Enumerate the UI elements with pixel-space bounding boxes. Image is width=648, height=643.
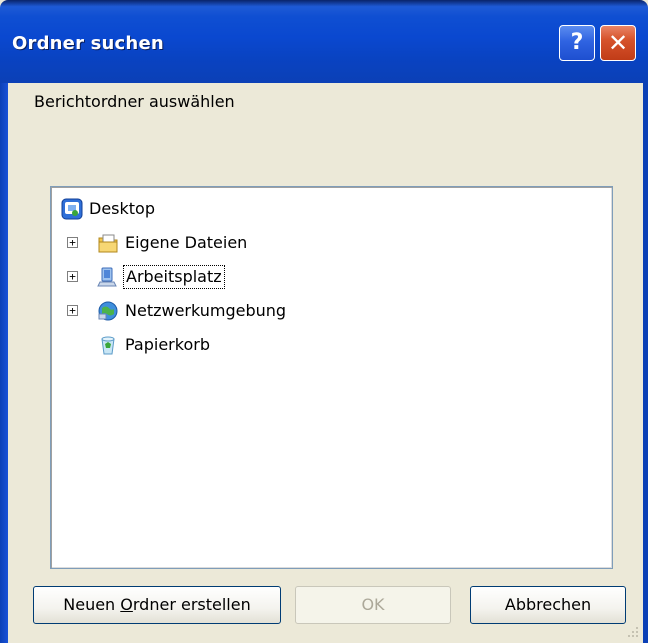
tree-item-label: Desktop [89, 199, 155, 218]
help-button[interactable]: ? [559, 25, 595, 61]
ok-label: OK [361, 595, 385, 614]
close-button[interactable]: ✕ [600, 25, 636, 61]
tree-item-label: Arbeitsplatz [123, 265, 225, 289]
help-icon: ? [570, 30, 584, 55]
recycle-bin-icon [101, 336, 115, 355]
new-folder-button[interactable]: Neuen Ordner erstellen [33, 586, 281, 624]
tree-item-label: Papierkorb [125, 335, 210, 354]
tree-item-desktop[interactable]: Desktop [59, 195, 359, 223]
cancel-label: Abbrechen [504, 595, 592, 614]
cancel-button[interactable]: Abbrechen [470, 586, 626, 624]
tree-item-my-computer[interactable]: + Arbeitsplatz [59, 263, 359, 291]
instruction-label: Berichtordner auswählen [34, 92, 235, 111]
button-label-part: Neuen [63, 595, 121, 614]
resize-grip-icon[interactable] [624, 623, 640, 639]
close-icon: ✕ [607, 29, 629, 57]
title-bar[interactable]: Ordner suchen ? ✕ [0, 0, 648, 83]
my-computer-icon [97, 267, 117, 287]
expand-icon[interactable]: + [67, 305, 78, 316]
tree-item-network[interactable]: + Netzwerkumgebung [59, 297, 379, 325]
expand-icon[interactable]: + [67, 271, 78, 282]
tree-item-recycle-bin[interactable]: Papierkorb [59, 331, 359, 359]
window-title: Ordner suchen [12, 33, 164, 54]
tree-item-my-documents[interactable]: + Eigene Dateien [59, 229, 359, 257]
tree-item-label: Netzwerkumgebung [125, 301, 287, 320]
network-icon [98, 301, 118, 321]
mnemonic-letter: O [120, 595, 133, 614]
ok-button[interactable]: OK [295, 586, 451, 624]
tree-item-label: Eigene Dateien [125, 233, 248, 252]
folder-tree[interactable]: Desktop + Eigene Dateien + Arbeitsplatz [50, 186, 613, 569]
desktop-icon [61, 198, 83, 220]
button-label-part: rdner erstellen [132, 595, 251, 614]
window-frame-left [0, 83, 8, 643]
my-documents-icon [98, 234, 118, 253]
expand-icon[interactable]: + [67, 237, 78, 248]
folder-browse-dialog: Ordner suchen ? ✕ Berichtordner auswähle… [0, 0, 648, 643]
window-frame-right [643, 83, 648, 643]
